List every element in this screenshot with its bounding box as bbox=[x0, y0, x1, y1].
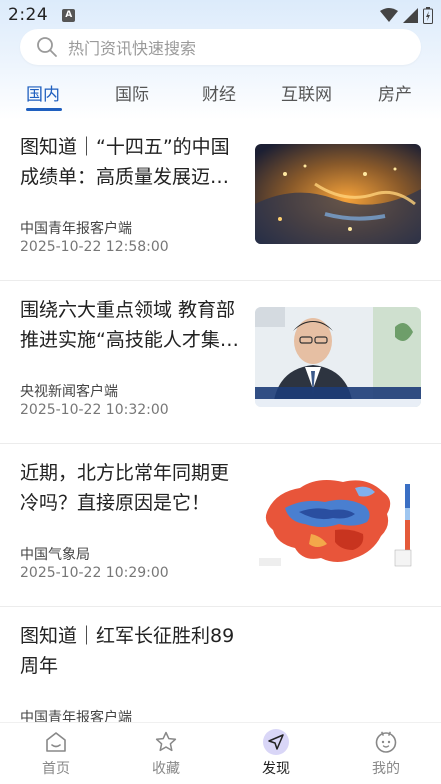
news-title: 图知道｜红军长征胜利89周年 bbox=[20, 625, 235, 677]
send-icon bbox=[263, 729, 289, 755]
news-time: 2025-10-22 12:58:00 bbox=[20, 239, 169, 255]
status-time: 2:24 bbox=[8, 5, 49, 25]
nav-favorites-label: 收藏 bbox=[152, 761, 180, 777]
profile-icon bbox=[373, 729, 399, 755]
bottom-navigation: 首页 收藏 发现 我的 bbox=[0, 722, 441, 784]
wifi-icon bbox=[380, 8, 398, 22]
nav-profile[interactable]: 我的 bbox=[356, 729, 416, 778]
notification-icon: A bbox=[62, 8, 76, 22]
home-icon bbox=[43, 729, 69, 755]
news-item[interactable]: 图知道｜“十四五”的中国成绩单：高质量发展迈… 中国青年报客户端 2025-10… bbox=[0, 118, 441, 281]
news-thumbnail bbox=[255, 470, 421, 570]
signal-icon bbox=[403, 7, 418, 23]
nav-discover-label: 发现 bbox=[262, 761, 290, 777]
search-icon bbox=[37, 37, 57, 57]
tab-finance[interactable]: 财经 bbox=[202, 80, 236, 105]
news-source: 中国青年报客户端 bbox=[20, 221, 132, 237]
status-bar: 2:24 A bbox=[0, 0, 441, 30]
nav-discover[interactable]: 发现 bbox=[246, 729, 306, 778]
news-item[interactable]: 围绕六大重点领域 教育部推进实施“高技能人才集… 央视新闻客户端 2025-10… bbox=[0, 281, 441, 444]
nav-favorites[interactable]: 收藏 bbox=[136, 729, 196, 778]
news-thumbnail bbox=[255, 144, 421, 244]
news-source: 中国气象局 bbox=[20, 547, 90, 563]
nav-home-label: 首页 bbox=[42, 761, 70, 777]
nav-home[interactable]: 首页 bbox=[26, 729, 86, 778]
tab-real-estate[interactable]: 房产 bbox=[378, 80, 412, 105]
news-item[interactable]: 近期，北方比常年同期更冷吗？直接原因是它！ 中国气象局 2025-10-22 1… bbox=[0, 444, 441, 607]
tab-internet[interactable]: 互联网 bbox=[281, 80, 332, 105]
news-time: 2025-10-22 10:29:00 bbox=[20, 565, 169, 581]
search-input[interactable]: 热门资讯快速搜索 bbox=[20, 29, 421, 65]
news-list: 图知道｜“十四五”的中国成绩单：高质量发展迈… 中国青年报客户端 2025-10… bbox=[0, 118, 441, 770]
news-thumbnail bbox=[255, 307, 421, 407]
news-source: 央视新闻客户端 bbox=[20, 384, 118, 400]
status-icons bbox=[380, 6, 433, 24]
tab-domestic[interactable]: 国内 bbox=[26, 80, 60, 105]
nav-profile-label: 我的 bbox=[372, 761, 400, 777]
battery-icon bbox=[423, 6, 433, 24]
news-title: 图知道｜“十四五”的中国成绩单：高质量发展迈… bbox=[20, 136, 230, 188]
star-icon bbox=[153, 729, 179, 755]
category-tabs: 国内 国际 财经 互联网 房产 bbox=[0, 72, 441, 112]
news-title: 近期，北方比常年同期更冷吗？直接原因是它！ bbox=[20, 462, 230, 514]
search-placeholder: 热门资讯快速搜索 bbox=[68, 39, 197, 58]
news-time: 2025-10-22 10:32:00 bbox=[20, 402, 169, 418]
news-title: 围绕六大重点领域 教育部推进实施“高技能人才集… bbox=[20, 299, 239, 351]
tab-indicator bbox=[26, 108, 62, 111]
tab-international[interactable]: 国际 bbox=[115, 80, 149, 105]
